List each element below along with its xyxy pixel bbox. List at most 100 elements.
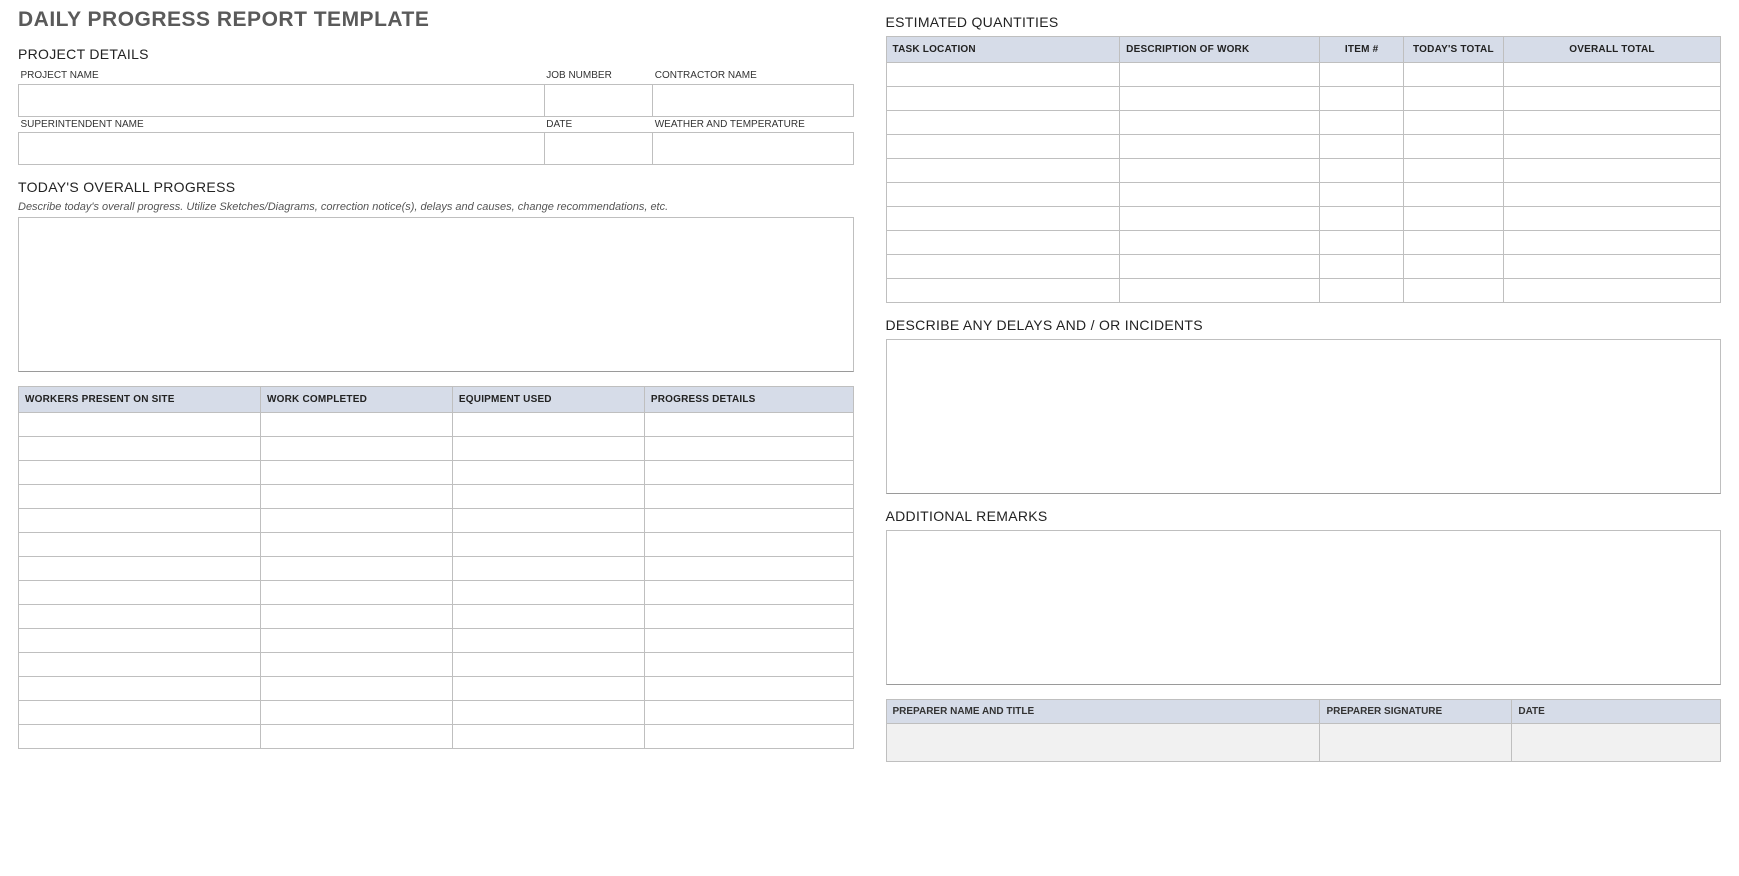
quantities-cell[interactable] xyxy=(1320,255,1403,279)
work-cell[interactable] xyxy=(644,700,853,724)
work-cell[interactable] xyxy=(644,484,853,508)
quantities-cell[interactable] xyxy=(1503,207,1720,231)
quantities-cell[interactable] xyxy=(1403,183,1503,207)
quantities-cell[interactable] xyxy=(886,63,1120,87)
quantities-cell[interactable] xyxy=(1120,255,1320,279)
work-cell[interactable] xyxy=(261,604,453,628)
work-cell[interactable] xyxy=(452,508,644,532)
work-cell[interactable] xyxy=(261,628,453,652)
quantities-cell[interactable] xyxy=(1503,63,1720,87)
quantities-cell[interactable] xyxy=(1120,231,1320,255)
quantities-cell[interactable] xyxy=(1120,183,1320,207)
field-job-number[interactable] xyxy=(544,84,652,116)
quantities-cell[interactable] xyxy=(1503,111,1720,135)
work-cell[interactable] xyxy=(644,412,853,436)
quantities-cell[interactable] xyxy=(1403,159,1503,183)
quantities-cell[interactable] xyxy=(1120,87,1320,111)
quantities-cell[interactable] xyxy=(1320,135,1403,159)
quantities-cell[interactable] xyxy=(1403,255,1503,279)
work-cell[interactable] xyxy=(644,508,853,532)
work-cell[interactable] xyxy=(452,676,644,700)
quantities-cell[interactable] xyxy=(1403,87,1503,111)
quantities-cell[interactable] xyxy=(1403,111,1503,135)
quantities-cell[interactable] xyxy=(1120,279,1320,303)
quantities-cell[interactable] xyxy=(1503,183,1720,207)
sig-field-date[interactable] xyxy=(1512,724,1721,762)
work-cell[interactable] xyxy=(19,676,261,700)
quantities-cell[interactable] xyxy=(886,111,1120,135)
quantities-cell[interactable] xyxy=(1120,111,1320,135)
quantities-cell[interactable] xyxy=(886,183,1120,207)
work-cell[interactable] xyxy=(261,436,453,460)
work-cell[interactable] xyxy=(644,580,853,604)
work-cell[interactable] xyxy=(644,556,853,580)
quantities-cell[interactable] xyxy=(1403,207,1503,231)
work-cell[interactable] xyxy=(261,532,453,556)
quantities-cell[interactable] xyxy=(1503,135,1720,159)
work-cell[interactable] xyxy=(19,628,261,652)
quantities-cell[interactable] xyxy=(1403,231,1503,255)
quantities-cell[interactable] xyxy=(1320,63,1403,87)
work-cell[interactable] xyxy=(644,724,853,748)
quantities-cell[interactable] xyxy=(1120,207,1320,231)
work-cell[interactable] xyxy=(19,532,261,556)
field-superintendent-name[interactable] xyxy=(19,132,545,164)
quantities-cell[interactable] xyxy=(886,159,1120,183)
work-cell[interactable] xyxy=(19,484,261,508)
quantities-cell[interactable] xyxy=(886,279,1120,303)
work-cell[interactable] xyxy=(261,724,453,748)
field-contractor-name[interactable] xyxy=(653,84,853,116)
quantities-cell[interactable] xyxy=(886,135,1120,159)
quantities-cell[interactable] xyxy=(1120,135,1320,159)
quantities-cell[interactable] xyxy=(1503,255,1720,279)
quantities-cell[interactable] xyxy=(1120,159,1320,183)
quantities-cell[interactable] xyxy=(1503,87,1720,111)
work-cell[interactable] xyxy=(452,604,644,628)
work-cell[interactable] xyxy=(644,628,853,652)
quantities-cell[interactable] xyxy=(1120,63,1320,87)
quantities-cell[interactable] xyxy=(1403,63,1503,87)
work-cell[interactable] xyxy=(19,436,261,460)
work-cell[interactable] xyxy=(452,436,644,460)
quantities-cell[interactable] xyxy=(1320,111,1403,135)
work-cell[interactable] xyxy=(19,724,261,748)
field-weather[interactable] xyxy=(653,132,853,164)
work-cell[interactable] xyxy=(19,508,261,532)
quantities-cell[interactable] xyxy=(1320,207,1403,231)
work-cell[interactable] xyxy=(261,580,453,604)
quantities-cell[interactable] xyxy=(1503,279,1720,303)
sig-field-signature[interactable] xyxy=(1320,724,1512,762)
work-cell[interactable] xyxy=(19,604,261,628)
work-cell[interactable] xyxy=(261,676,453,700)
work-cell[interactable] xyxy=(261,460,453,484)
work-cell[interactable] xyxy=(19,652,261,676)
delays-textbox[interactable] xyxy=(886,339,1722,494)
overall-progress-textbox[interactable] xyxy=(18,217,854,372)
quantities-cell[interactable] xyxy=(886,207,1120,231)
quantities-cell[interactable] xyxy=(1403,135,1503,159)
quantities-cell[interactable] xyxy=(886,87,1120,111)
remarks-textbox[interactable] xyxy=(886,530,1722,685)
work-cell[interactable] xyxy=(452,700,644,724)
field-date[interactable] xyxy=(544,132,652,164)
work-cell[interactable] xyxy=(452,580,644,604)
quantities-cell[interactable] xyxy=(1320,87,1403,111)
work-cell[interactable] xyxy=(261,412,453,436)
work-cell[interactable] xyxy=(644,532,853,556)
quantities-cell[interactable] xyxy=(1503,231,1720,255)
work-cell[interactable] xyxy=(644,460,853,484)
quantities-cell[interactable] xyxy=(1403,279,1503,303)
work-cell[interactable] xyxy=(644,676,853,700)
work-cell[interactable] xyxy=(452,556,644,580)
work-cell[interactable] xyxy=(261,508,453,532)
work-cell[interactable] xyxy=(452,412,644,436)
work-cell[interactable] xyxy=(452,484,644,508)
work-cell[interactable] xyxy=(452,724,644,748)
work-cell[interactable] xyxy=(19,460,261,484)
work-cell[interactable] xyxy=(261,700,453,724)
quantities-cell[interactable] xyxy=(1320,183,1403,207)
work-cell[interactable] xyxy=(19,700,261,724)
quantities-cell[interactable] xyxy=(1503,159,1720,183)
work-cell[interactable] xyxy=(19,412,261,436)
work-cell[interactable] xyxy=(452,628,644,652)
